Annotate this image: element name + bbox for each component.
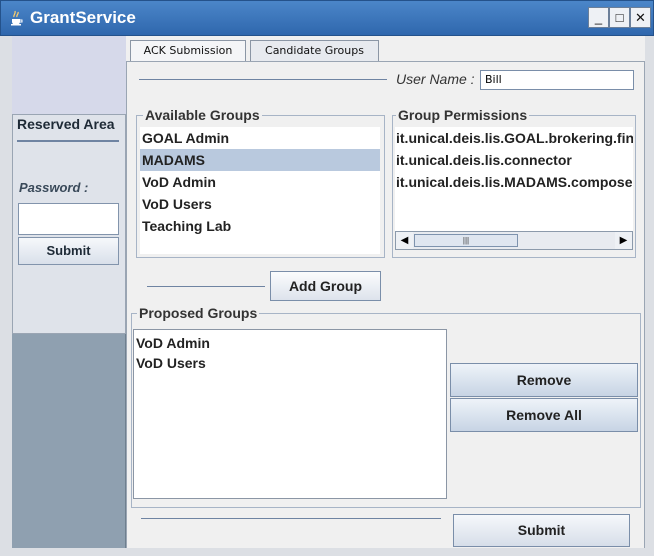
horizontal-scrollbar[interactable]: ◀ ||| ▶ (395, 231, 633, 250)
proposed-groups-title: Proposed Groups (137, 305, 260, 321)
password-submit-button[interactable]: Submit (18, 237, 119, 265)
list-item[interactable]: Teaching Lab (140, 215, 380, 237)
list-item[interactable]: GOAL Admin (140, 127, 380, 149)
password-input[interactable] (18, 203, 119, 235)
remove-button[interactable]: Remove (450, 363, 638, 397)
available-groups-list[interactable]: GOAL Admin MADAMS VoD Admin VoD Users Te… (140, 127, 380, 254)
list-item[interactable]: it.unical.deis.lis.GOAL.brokering.fin (395, 127, 633, 149)
divider (17, 140, 119, 142)
window-frame-right (645, 36, 654, 556)
minimize-button[interactable]: _ (588, 7, 609, 28)
window-title: GrantService (30, 8, 136, 27)
list-item[interactable]: VoD Users (140, 193, 380, 215)
user-name-label: User Name : (396, 71, 475, 87)
list-item[interactable]: VoD Admin (140, 171, 380, 193)
remove-all-button[interactable]: Remove All (450, 398, 638, 432)
window-frame-bottom (0, 548, 654, 556)
scroll-left-icon[interactable]: ◀ (396, 232, 413, 249)
group-permissions-list[interactable]: it.unical.deis.lis.GOAL.brokering.fin it… (395, 127, 633, 231)
reserved-area-title: Reserved Area (17, 116, 115, 132)
scroll-right-icon[interactable]: ▶ (615, 232, 632, 249)
maximize-button[interactable]: □ (609, 7, 630, 28)
list-item-selected[interactable]: MADAMS (140, 149, 380, 171)
tab-ack-submission[interactable]: ACK Submission (130, 40, 246, 62)
divider (139, 79, 387, 80)
user-name-field[interactable]: Bill (480, 70, 634, 90)
group-permissions-title: Group Permissions (396, 107, 530, 123)
java-cup-icon (9, 10, 23, 26)
password-label: Password : (19, 180, 89, 195)
list-item[interactable]: it.unical.deis.lis.MADAMS.compose (395, 171, 633, 193)
list-item[interactable]: it.unical.deis.lis.connector (395, 149, 633, 171)
left-panel-header (12, 36, 126, 114)
close-button[interactable]: ✕ (630, 7, 651, 28)
divider (141, 518, 441, 519)
submit-button[interactable]: Submit (453, 514, 630, 547)
window-frame-left (0, 36, 12, 556)
list-item[interactable]: VoD Users (134, 353, 446, 373)
scroll-thumb[interactable]: ||| (414, 234, 518, 247)
available-groups-title: Available Groups (143, 107, 262, 123)
tab-candidate-groups[interactable]: Candidate Groups (250, 40, 379, 62)
add-group-button[interactable]: Add Group (270, 271, 381, 301)
list-item[interactable]: VoD Admin (134, 333, 446, 353)
divider (147, 286, 265, 287)
proposed-groups-list[interactable]: VoD Admin VoD Users (133, 329, 447, 499)
